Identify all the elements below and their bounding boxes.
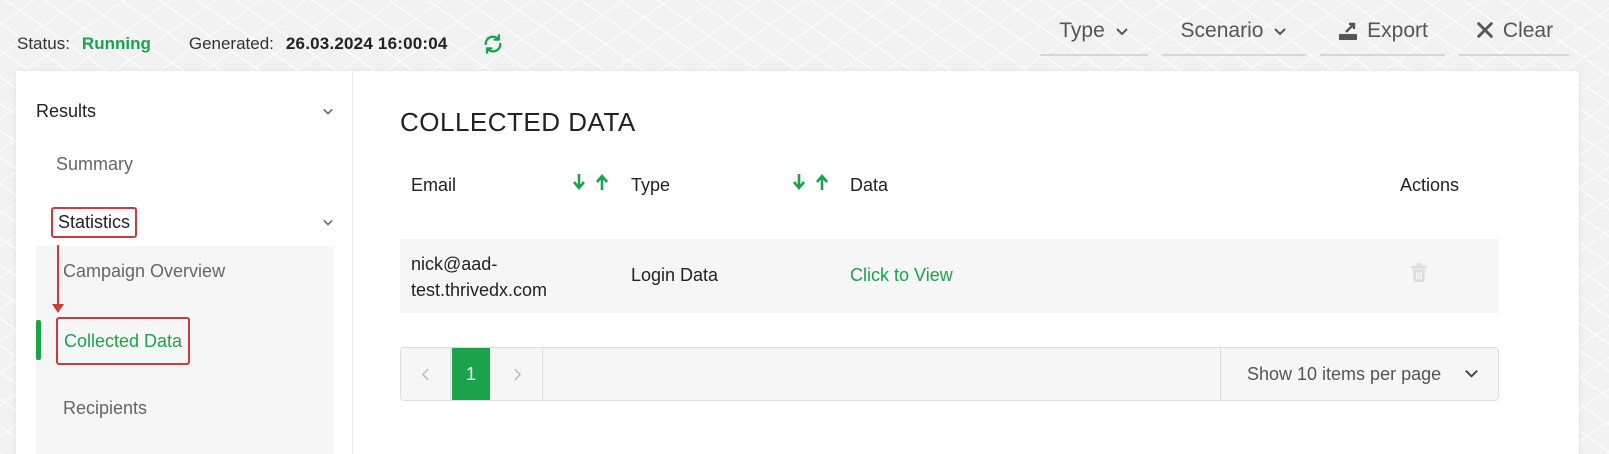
refresh-icon[interactable] [482,33,504,55]
clear-label: Clear [1502,19,1554,42]
next-page-button[interactable] [493,348,543,400]
column-header-actions: Actions [1400,175,1460,195]
chevron-down-icon [322,216,336,230]
type-dropdown[interactable]: Type [1040,8,1148,56]
page-title: COLLECTED DATA [400,107,636,137]
pagination: 1 Show 10 items per page [400,347,1499,401]
scenario-dropdown-label: Scenario [1180,19,1264,42]
chevron-down-icon [1464,366,1480,382]
annotation-arrow-head [52,304,64,313]
sidebar-item-statistics[interactable]: Statistics [51,207,336,238]
sort-descending-icon[interactable] [791,173,807,191]
email-line-2: test.thrivedx.com [411,280,548,300]
chevron-right-icon [514,368,522,380]
chevron-down-icon [1115,24,1129,38]
export-button[interactable]: Export [1320,8,1445,56]
sort-email[interactable] [571,173,610,191]
previous-page-button[interactable] [401,348,451,400]
scenario-dropdown[interactable]: Scenario [1162,8,1306,56]
export-icon [1337,20,1359,42]
page-size-label: Show 10 items per page [1247,363,1442,384]
sidebar-item-collected-data[interactable]: Collected Data [56,317,191,365]
sort-type[interactable] [791,173,830,191]
annotation-arrow [57,245,59,307]
sidebar-item-label: Results [36,101,97,121]
type-dropdown-label: Type [1059,19,1105,42]
page-button-current[interactable]: 1 [452,348,490,400]
cell-email: nick@aad- test.thrivedx.com [411,251,586,303]
column-header-data: Data [850,175,889,195]
status-value: Running [81,34,151,53]
active-indicator [36,320,41,360]
sidebar-item-campaign-overview[interactable]: Campaign Overview [63,261,225,282]
sidebar-item-results[interactable]: Results [36,101,336,122]
column-header-type: Type [631,175,671,195]
sidebar-item-summary[interactable]: Summary [56,154,133,175]
click-to-view-link[interactable]: Click to View [850,265,953,286]
status-label: Status: [17,34,70,53]
cell-type: Login Data [631,265,719,285]
sidebar-item-recipients[interactable]: Recipients [63,398,147,419]
data-table: Email Type Data Actions nick@aad- test.t… [400,165,1499,401]
sidebar: Results Summary Statistics Campaign Over… [16,71,353,454]
chevron-left-icon [421,368,429,380]
chevron-down-icon [1273,24,1287,38]
sidebar-item-label: Statistics [51,207,138,238]
trash-icon[interactable] [1410,263,1430,285]
email-line-1: nick@aad- [411,254,498,274]
content-area: COLLECTED DATA Email Type Data Actions n… [400,107,1500,401]
sort-ascending-icon[interactable] [594,173,610,191]
generated-label: Generated: [188,34,274,53]
page-size-select[interactable]: Show 10 items per page [1220,348,1498,400]
clear-button[interactable]: Clear [1459,8,1569,56]
export-label: Export [1367,19,1428,42]
table-row: nick@aad- test.thrivedx.com Login Data C… [400,239,1499,313]
close-icon [1475,20,1495,42]
column-header-email: Email [411,175,457,195]
table-header: Email Type Data Actions [400,165,1499,205]
status-bar: Status: Running Generated: 26.03.2024 16… [17,33,504,55]
main-card: Results Summary Statistics Campaign Over… [16,71,1579,454]
sort-ascending-icon[interactable] [814,173,830,191]
chevron-down-icon [322,105,336,119]
sort-descending-icon[interactable] [571,173,587,191]
generated-value: 26.03.2024 16:00:04 [285,34,448,53]
toolbar: Type Scenario Export Clear [1026,8,1569,56]
